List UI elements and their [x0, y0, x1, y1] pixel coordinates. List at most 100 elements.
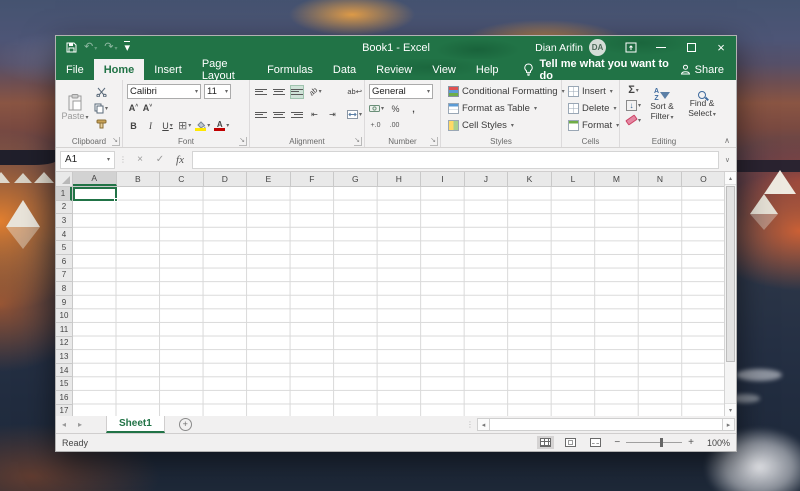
tab-file[interactable]: File: [56, 59, 94, 80]
format-cells-button[interactable]: Format: [568, 117, 617, 134]
maximize-button[interactable]: [676, 36, 706, 59]
top-align-button[interactable]: [254, 85, 267, 99]
tab-data[interactable]: Data: [323, 59, 366, 80]
expand-formula-bar-icon[interactable]: ∨: [723, 156, 732, 164]
column-header-J[interactable]: J: [465, 172, 509, 186]
fill-handle[interactable]: [114, 198, 118, 202]
row-header-5[interactable]: 5: [56, 241, 72, 255]
column-header-D[interactable]: D: [204, 172, 248, 186]
shrink-font-button[interactable]: A˅: [141, 102, 154, 116]
comma-style-button[interactable]: ,: [407, 102, 420, 116]
page-layout-view-button[interactable]: [562, 436, 579, 449]
formula-bar-splitter[interactable]: ⋮: [119, 155, 128, 164]
tab-formulas[interactable]: Formulas: [257, 59, 323, 80]
delete-cells-button[interactable]: Delete: [568, 100, 617, 117]
increase-indent-button[interactable]: ⇥: [326, 108, 339, 122]
borders-button[interactable]: ⊞: [178, 119, 191, 133]
row-header-15[interactable]: 15: [56, 377, 72, 391]
align-left-button[interactable]: [254, 108, 267, 122]
format-painter-button[interactable]: [94, 117, 108, 131]
zoom-slider-thumb[interactable]: [660, 438, 663, 447]
scroll-up-button[interactable]: ▴: [725, 172, 736, 185]
scroll-right-button[interactable]: ▸: [722, 418, 735, 431]
avatar[interactable]: DA: [589, 39, 606, 56]
redo-button[interactable]: ↷▾: [104, 42, 117, 53]
share-button[interactable]: Share: [680, 59, 736, 80]
row-header-14[interactable]: 14: [56, 364, 72, 378]
clear-button[interactable]: [626, 113, 641, 127]
column-header-M[interactable]: M: [595, 172, 639, 186]
zoom-slider[interactable]: [626, 442, 682, 443]
cell-styles-button[interactable]: Cell Styles: [448, 117, 559, 134]
row-header-10[interactable]: 10: [56, 309, 72, 323]
middle-align-button[interactable]: [272, 85, 285, 99]
vertical-scroll-thumb[interactable]: [726, 186, 735, 362]
undo-button[interactable]: ↶▾: [84, 42, 97, 53]
sheet-grid[interactable]: [73, 187, 724, 416]
new-sheet-button[interactable]: +: [179, 418, 192, 431]
align-center-button[interactable]: [272, 108, 285, 122]
vertical-scrollbar[interactable]: ▴ ▾: [724, 172, 736, 416]
column-header-L[interactable]: L: [552, 172, 596, 186]
column-header-C[interactable]: C: [160, 172, 204, 186]
font-size-combo[interactable]: 11▾: [204, 84, 231, 99]
paste-button[interactable]: Paste: [60, 83, 90, 131]
insert-function-button[interactable]: fx: [172, 154, 188, 166]
conditional-formatting-button[interactable]: Conditional Formatting: [448, 83, 559, 100]
normal-view-button[interactable]: [537, 436, 554, 449]
accounting-format-button[interactable]: [369, 102, 384, 116]
row-header-8[interactable]: 8: [56, 282, 72, 296]
column-header-B[interactable]: B: [117, 172, 161, 186]
column-header-K[interactable]: K: [508, 172, 552, 186]
cancel-button[interactable]: ×: [132, 154, 148, 165]
italic-button[interactable]: I: [144, 119, 157, 133]
tell-me-box[interactable]: Tell me what you want to do: [523, 59, 680, 80]
zoom-in-button[interactable]: +: [688, 437, 694, 448]
format-as-table-button[interactable]: Format as Table: [448, 100, 559, 117]
orientation-button[interactable]: ab: [309, 85, 322, 99]
column-header-I[interactable]: I: [421, 172, 465, 186]
tab-help[interactable]: Help: [466, 59, 509, 80]
horizontal-scroll-track[interactable]: [490, 418, 722, 431]
row-header-12[interactable]: 12: [56, 337, 72, 351]
merge-center-button[interactable]: [347, 108, 362, 122]
row-header-2[interactable]: 2: [56, 201, 72, 215]
bottom-align-button[interactable]: [290, 85, 304, 99]
copy-button[interactable]: [94, 101, 108, 115]
grow-font-button[interactable]: A˄: [127, 102, 140, 116]
insert-cells-button[interactable]: Insert: [568, 83, 617, 100]
horizontal-scrollbar[interactable]: ⋮ ◂ ▸: [466, 416, 736, 433]
customize-quick-access-icon[interactable]: ▾: [124, 41, 130, 54]
tab-view[interactable]: View: [422, 59, 466, 80]
number-dialog-launcher-icon[interactable]: ↘: [430, 137, 438, 146]
fill-color-button[interactable]: [195, 119, 210, 133]
zoom-level[interactable]: 100%: [700, 438, 730, 448]
font-color-button[interactable]: A: [214, 119, 229, 133]
tab-page-layout[interactable]: Page Layout: [192, 59, 257, 80]
next-sheet-button[interactable]: ▸: [72, 416, 88, 433]
font-dialog-launcher-icon[interactable]: ↘: [239, 137, 247, 146]
row-header-16[interactable]: 16: [56, 391, 72, 405]
column-header-A[interactable]: A: [73, 172, 117, 186]
row-header-1[interactable]: 1: [56, 187, 72, 201]
zoom-out-button[interactable]: −: [614, 437, 620, 448]
wrap-text-button[interactable]: ab↩: [347, 85, 362, 99]
save-icon[interactable]: [66, 42, 77, 53]
collapse-ribbon-icon[interactable]: ∧: [724, 136, 730, 145]
row-header-13[interactable]: 13: [56, 350, 72, 364]
name-box[interactable]: A1 ▾: [60, 151, 115, 169]
ribbon-display-options-icon[interactable]: [616, 36, 646, 59]
account-name[interactable]: Dian Arifin: [535, 42, 583, 54]
tab-review[interactable]: Review: [366, 59, 422, 80]
enter-button[interactable]: ✓: [152, 154, 168, 165]
column-header-O[interactable]: O: [682, 172, 726, 186]
percent-style-button[interactable]: %: [389, 102, 402, 116]
formula-input[interactable]: [192, 151, 719, 169]
clipboard-dialog-launcher-icon[interactable]: ↘: [112, 137, 120, 146]
underline-button[interactable]: U: [161, 119, 174, 133]
cut-button[interactable]: [94, 85, 108, 99]
decrease-decimal-button[interactable]: .00: [388, 119, 401, 133]
font-name-combo[interactable]: Calibri▾: [127, 84, 201, 99]
row-header-3[interactable]: 3: [56, 214, 72, 228]
column-header-F[interactable]: F: [291, 172, 335, 186]
